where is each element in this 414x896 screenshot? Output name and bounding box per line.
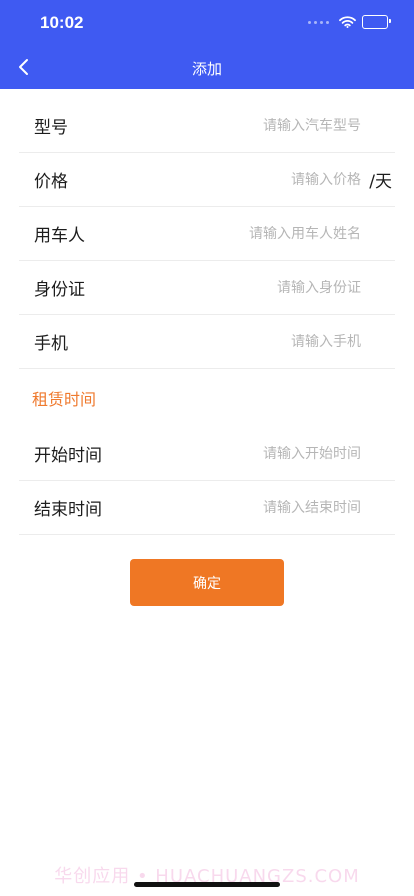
start-time-label: 开始时间 — [34, 446, 102, 466]
home-indicator — [134, 882, 280, 887]
end-time-input[interactable] — [141, 499, 361, 516]
wifi-icon — [339, 16, 356, 28]
id-card-input[interactable] — [141, 279, 361, 296]
phone-input[interactable] — [141, 333, 361, 350]
rental-time-heading: 租赁时间 — [32, 390, 97, 409]
price-unit: /天 — [369, 172, 392, 192]
page-title: 添加 — [191, 61, 222, 78]
model-label: 型号 — [34, 118, 68, 138]
confirm-button[interactable]: 确定 — [130, 559, 284, 606]
phone-label: 手机 — [34, 334, 68, 354]
app-header: 10:02 添加 — [0, 0, 414, 89]
battery-icon — [362, 15, 391, 29]
id-card-label: 身份证 — [34, 280, 85, 300]
model-row: 型号 — [19, 99, 395, 153]
start-time-input[interactable] — [141, 445, 361, 462]
id-card-row: 身份证 — [19, 261, 395, 315]
start-time-row: 开始时间 — [19, 427, 395, 481]
end-time-label: 结束时间 — [34, 500, 102, 520]
price-label: 价格 — [34, 172, 68, 192]
phone-row: 手机 — [19, 315, 395, 369]
add-form: 型号 价格 /天 用车人 身份证 手机 租赁时间 开始时间 结束时间 — [19, 99, 395, 535]
status-time: 10:02 — [40, 13, 84, 32]
renter-row: 用车人 — [19, 207, 395, 261]
price-input[interactable] — [141, 171, 361, 188]
price-row: 价格 /天 — [19, 153, 395, 207]
model-input[interactable] — [141, 117, 361, 134]
renter-name-input[interactable] — [141, 225, 361, 242]
status-icons — [308, 15, 391, 29]
renter-label: 用车人 — [34, 226, 85, 246]
signal-icon — [308, 20, 329, 24]
end-time-row: 结束时间 — [19, 481, 395, 535]
